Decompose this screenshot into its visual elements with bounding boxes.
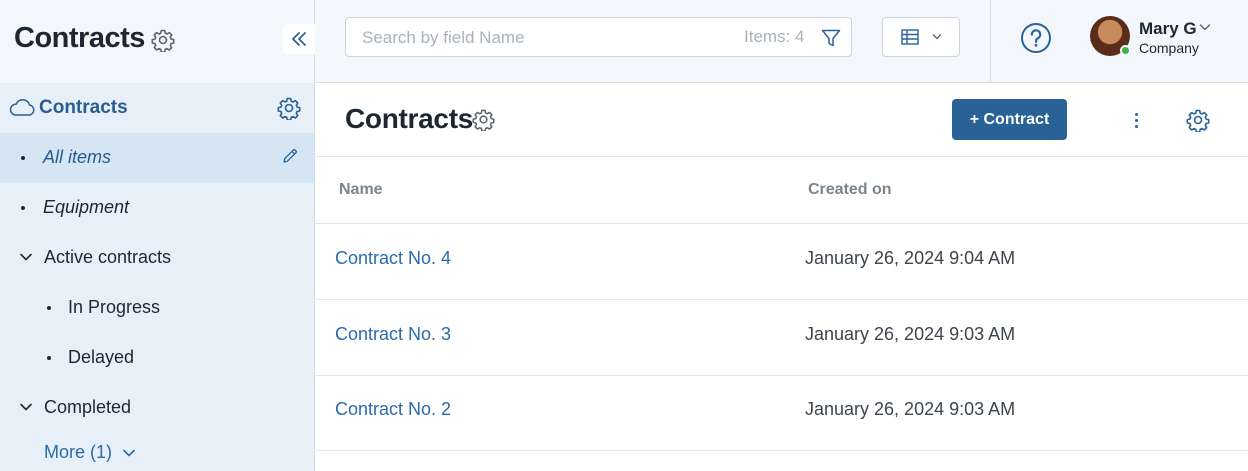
sidebar-section-contracts[interactable]: Contracts xyxy=(0,83,314,133)
sidebar: Contracts Contracts All items Equipment xyxy=(0,0,315,471)
collapse-double-chevron-icon xyxy=(292,32,306,46)
more-link-label: More (1) xyxy=(44,442,113,462)
add-contract-button[interactable]: + Contract xyxy=(952,99,1067,140)
contract-name-link[interactable]: Contract No. 4 xyxy=(335,248,451,269)
search-placeholder: Search by field Name xyxy=(362,28,525,47)
column-header-created-on[interactable]: Created on xyxy=(808,181,892,199)
divider xyxy=(315,156,1248,157)
sidebar-item-label: Active contracts xyxy=(44,247,172,267)
contract-name-link[interactable]: Contract No. 2 xyxy=(335,399,451,420)
sidebar-item-label: Completed xyxy=(44,397,132,417)
top-bar: Search by field Name Items: 4 Mary G Com… xyxy=(315,0,1248,83)
avatar[interactable] xyxy=(1090,16,1131,56)
sidebar-item-all-items[interactable]: All items xyxy=(0,133,314,183)
chevron-down-icon[interactable] xyxy=(1199,23,1211,32)
kebab-menu-icon[interactable] xyxy=(1126,108,1146,132)
sidebar-header: Contracts xyxy=(0,0,315,83)
view-switcher-button[interactable] xyxy=(882,17,960,57)
chevron-down-icon[interactable] xyxy=(19,252,33,262)
chevron-down-icon[interactable] xyxy=(19,402,33,412)
column-header-name[interactable]: Name xyxy=(339,181,383,199)
user-company: Company xyxy=(1139,40,1199,56)
gear-icon[interactable] xyxy=(277,96,301,120)
sidebar-item-active-contracts[interactable]: Active contracts xyxy=(0,233,314,283)
bullet-icon xyxy=(21,156,25,160)
app-title: Contracts xyxy=(14,22,145,54)
sidebar-item-label: In Progress xyxy=(68,297,161,317)
divider xyxy=(990,0,991,82)
table-view-icon xyxy=(901,29,919,45)
sidebar-item-equipment[interactable]: Equipment xyxy=(0,183,314,233)
filter-icon[interactable] xyxy=(820,27,842,49)
help-icon[interactable] xyxy=(1020,22,1052,54)
contract-name-link[interactable]: Contract No. 3 xyxy=(335,324,451,345)
sidebar-item-completed[interactable]: Completed xyxy=(0,383,314,433)
bullet-icon xyxy=(21,206,25,210)
sidebar-section-label: Contracts xyxy=(39,97,128,118)
created-on-value: January 26, 2024 9:03 AM xyxy=(805,324,1016,344)
gear-icon[interactable] xyxy=(472,108,495,131)
bullet-icon xyxy=(47,356,51,360)
gear-icon[interactable] xyxy=(151,28,175,52)
table-row[interactable]: Contract No. 3 January 26, 2024 9:03 AM xyxy=(315,300,1248,376)
more-link[interactable]: More (1) xyxy=(44,442,136,463)
items-count: Items: 4 xyxy=(744,27,805,46)
sidebar-item-in-progress[interactable]: In Progress xyxy=(0,283,314,333)
sidebar-item-label: Equipment xyxy=(43,197,130,217)
created-on-value: January 26, 2024 9:04 AM xyxy=(805,248,1016,268)
online-status-indicator xyxy=(1120,45,1131,56)
gear-icon[interactable] xyxy=(1186,108,1210,132)
bullet-icon xyxy=(47,306,51,310)
collapse-sidebar-button[interactable] xyxy=(283,24,315,54)
user-name[interactable]: Mary G xyxy=(1139,19,1197,39)
chevron-down-icon xyxy=(123,449,135,456)
cloud-icon xyxy=(9,98,35,116)
created-on-value: January 26, 2024 9:03 AM xyxy=(805,399,1016,419)
page-title: Contracts xyxy=(345,103,473,134)
search-input[interactable]: Search by field Name Items: 4 xyxy=(345,17,852,57)
chevron-down-icon xyxy=(932,34,942,40)
sidebar-item-label: Delayed xyxy=(68,347,135,367)
sidebar-item-label: All items xyxy=(43,147,112,167)
edit-pencil-icon[interactable] xyxy=(281,147,299,165)
table-row[interactable]: Contract No. 2 January 26, 2024 9:03 AM xyxy=(315,375,1248,451)
sidebar-item-delayed[interactable]: Delayed xyxy=(0,333,314,383)
table-row[interactable]: Contract No. 4 January 26, 2024 9:04 AM xyxy=(315,224,1248,300)
